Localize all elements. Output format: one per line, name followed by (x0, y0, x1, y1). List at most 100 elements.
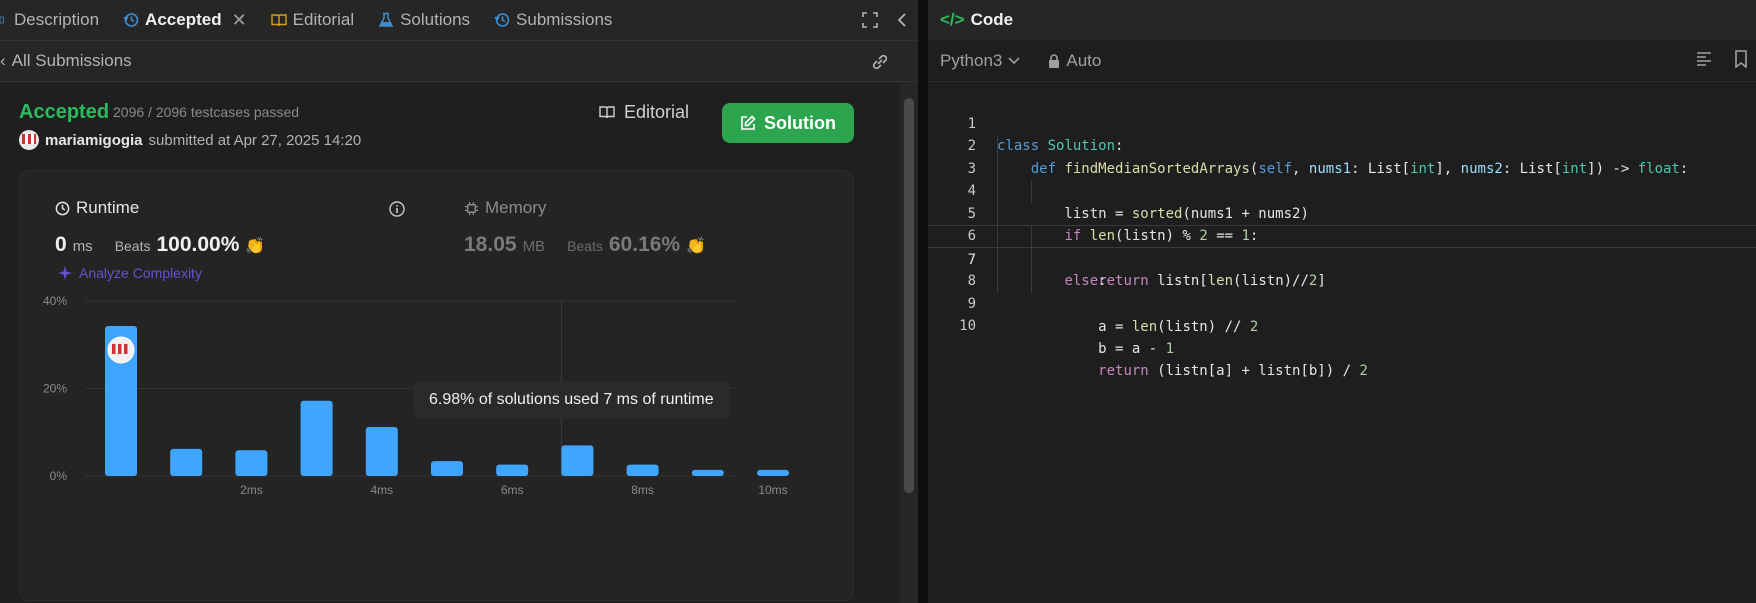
runtime-label: Runtime (76, 198, 140, 217)
language-value: Python3 (940, 50, 1003, 70)
language-bar: Python3 Auto (928, 40, 1756, 82)
tab-label: Solutions (400, 10, 471, 29)
runtime-beats-label: Beats (114, 238, 151, 254)
bar-8ms[interactable] (626, 464, 659, 476)
analyze-complexity-link[interactable]: Analyze Complexity (57, 265, 202, 281)
avatar[interactable] (19, 130, 39, 150)
clap-icon: 👏 (245, 238, 266, 255)
solution-button[interactable]: Solution (722, 103, 854, 143)
lock-icon (1049, 53, 1060, 68)
tab-editorial[interactable]: Editorial (259, 0, 366, 40)
runtime-distribution-chart: 0% 20% 40% 2ms 4ms 6ms 8ms 10ms (43, 294, 789, 497)
code-line: 3 listn = sorted(nums1 + nums2) (928, 135, 1756, 222)
y-tick-label: 20% (43, 382, 67, 396)
y-tick-label: 0% (50, 469, 68, 483)
history-icon (494, 13, 510, 27)
chevron-left-icon[interactable]: ‹ (0, 51, 6, 71)
panel-controls (862, 0, 908, 40)
code-line: 8 b = a - 1 (928, 247, 1756, 357)
username-link[interactable]: mariamigogia (45, 132, 143, 149)
memory-stats: 18.05 MB Beats 60.16% 👏 (464, 233, 706, 257)
format-icon[interactable] (1696, 50, 1712, 66)
x-tick-label: 2ms (240, 483, 263, 497)
code-title: Code (970, 10, 1014, 29)
bookmark-icon[interactable] (1734, 50, 1748, 68)
bar-3ms[interactable] (300, 400, 333, 476)
mode-indicator[interactable]: Auto (1048, 51, 1101, 71)
clock-icon (55, 201, 70, 215)
user-marker-avatar (107, 336, 135, 364)
solution-button-label: Solution (764, 112, 836, 133)
tab-submissions[interactable]: Submissions (482, 0, 624, 40)
bar-2ms[interactable] (235, 450, 268, 476)
panel-resizer[interactable] (918, 0, 928, 603)
analyze-label: Analyze Complexity (79, 265, 202, 281)
tab-label: Accepted (145, 10, 222, 29)
bar-4ms[interactable] (365, 427, 398, 476)
memory-unit: MB (522, 238, 546, 255)
submitted-time: submitted at Apr 27, 2025 14:20 (148, 131, 362, 149)
bar-10ms[interactable] (757, 469, 789, 476)
line-number: 10 (959, 318, 976, 334)
runtime-beats-value: 100.00% (156, 233, 240, 256)
runtime-unit: ms (72, 238, 93, 255)
runtime-stats: 0 ms Beats 100.00% 👏 (55, 233, 265, 257)
edit-icon (741, 115, 756, 130)
bar-9ms[interactable] (691, 469, 724, 476)
runtime-value: 0 (55, 233, 67, 256)
tab-bar: Description Accepted ✕ Editorial Solutio… (0, 0, 918, 40)
all-submissions-link[interactable]: All Submissions (12, 51, 132, 71)
editorial-button[interactable]: Editorial (582, 92, 705, 132)
code-line: 6 else: (928, 202, 1756, 289)
x-tick-label: 8ms (631, 483, 654, 497)
memory-title[interactable]: Memory (464, 198, 546, 218)
code-icon: </> (940, 10, 965, 29)
chevron-down-icon (1008, 56, 1020, 64)
runtime-title[interactable]: Runtime (55, 198, 139, 218)
bar-6ms[interactable] (496, 464, 529, 476)
book-icon (599, 106, 615, 119)
code-text: b = a - 1 (997, 340, 1175, 357)
language-select[interactable]: Python3 (940, 51, 1020, 71)
code-editor[interactable]: 1 class Solution: 2 def findMedianSorted… (928, 90, 1756, 603)
code-text: a = len(listn) // 2 (997, 319, 1259, 335)
tab-description[interactable]: Description (0, 0, 111, 40)
y-tick-label: 40% (43, 294, 67, 308)
code-header: </> Code (928, 0, 1756, 40)
code-line: 9 return (listn[a] + listn[b]) / 2 (928, 270, 1756, 379)
code-line: 4 if len(listn) % 2 == 1: (928, 157, 1756, 244)
editorial-button-label: Editorial (624, 101, 690, 122)
code-line-current: 7 a = len(listn) // 2 (928, 225, 1756, 335)
memory-label: Memory (485, 198, 547, 217)
x-tick-label: 4ms (370, 483, 393, 497)
link-icon[interactable] (870, 52, 890, 72)
sparkle-icon (58, 266, 72, 280)
code-line: 10 (928, 293, 1756, 334)
code-line: 1 class Solution: (928, 90, 1756, 155)
memory-beats-label: Beats (567, 238, 603, 254)
tab-label: Description (14, 10, 100, 29)
bar-7ms[interactable] (561, 445, 594, 476)
bar-1ms[interactable] (170, 448, 203, 476)
code-text: return (listn[a] + listn[b]) / 2 (1098, 363, 1368, 379)
scrollbar-thumb[interactable] (904, 98, 914, 493)
chevron-left-icon[interactable] (896, 12, 908, 28)
close-icon[interactable]: ✕ (232, 10, 247, 31)
code-line: 5 return listn[len(listn)//2] (928, 180, 1756, 289)
submission-subheader: ‹ All Submissions (0, 40, 918, 82)
editor-actions (1696, 50, 1748, 68)
maximize-icon[interactable] (862, 12, 878, 28)
history-icon (123, 13, 139, 27)
x-tick-label: 6ms (501, 483, 524, 497)
x-tick-label: 10ms (758, 483, 787, 497)
document-icon (0, 16, 4, 24)
tab-accepted[interactable]: Accepted ✕ (111, 0, 259, 40)
info-icon[interactable] (389, 201, 405, 217)
left-panel: Description Accepted ✕ Editorial Solutio… (0, 0, 918, 603)
left-scrollbar[interactable] (900, 82, 918, 603)
status-label: Accepted (19, 101, 110, 123)
tab-solutions[interactable]: Solutions (366, 0, 482, 40)
submission-result: Accepted 2096 / 2096 testcases passed ma… (0, 82, 900, 603)
bar-5ms[interactable] (431, 461, 463, 476)
memory-beats-value: 60.16% (608, 233, 681, 256)
